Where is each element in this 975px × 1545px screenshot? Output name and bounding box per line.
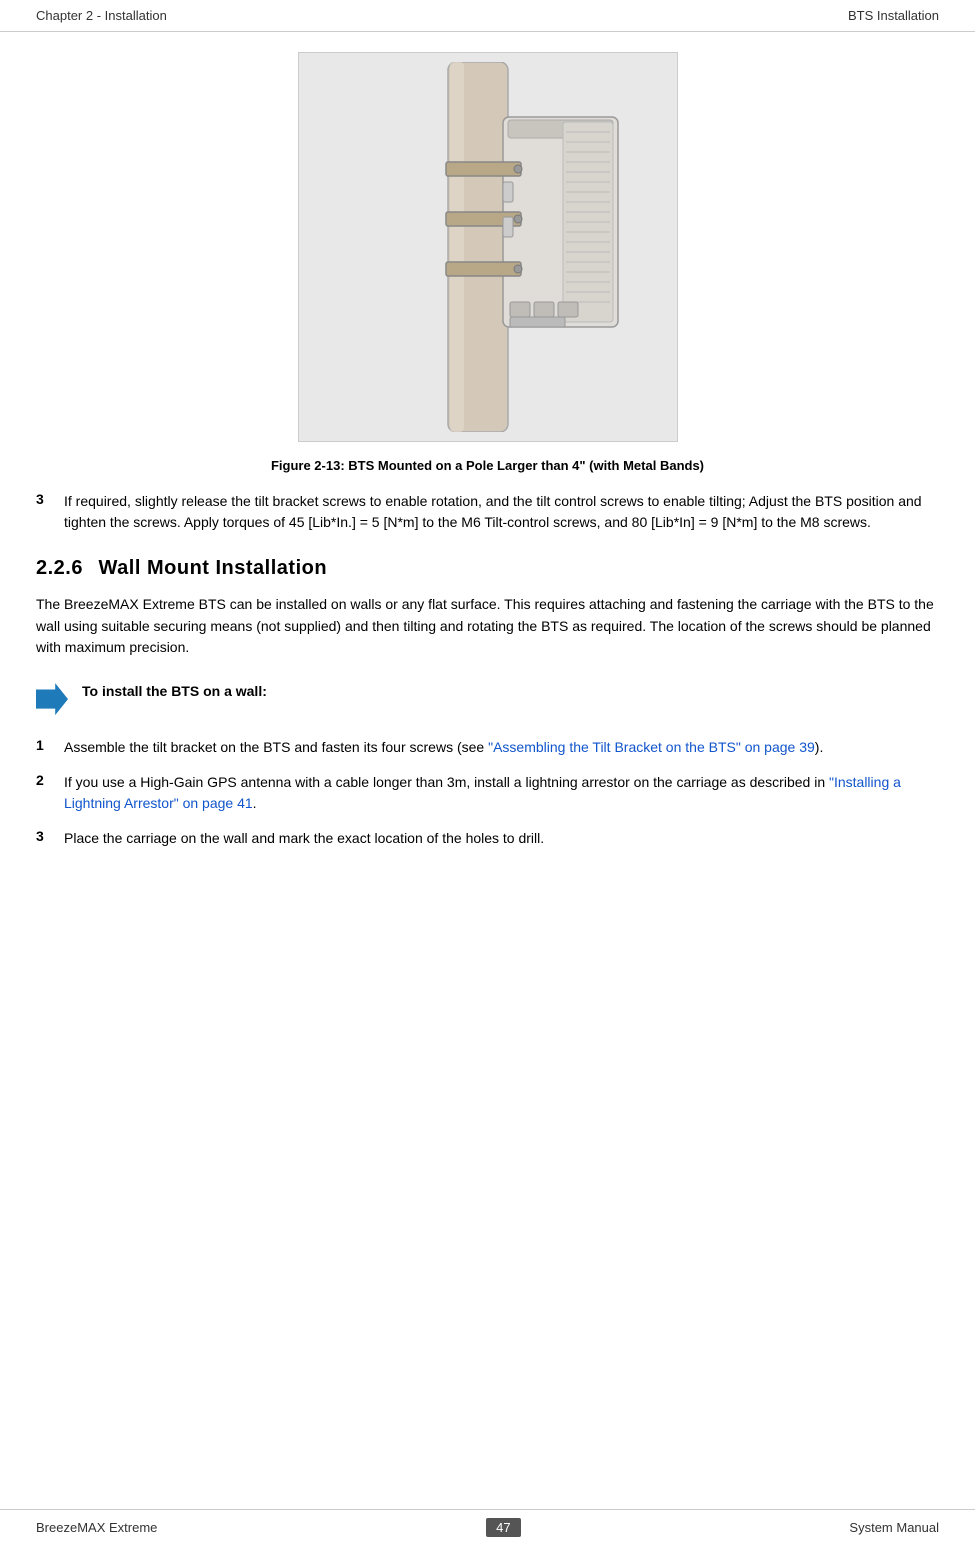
page-header: Chapter 2 - Installation BTS Installatio… xyxy=(0,0,975,32)
step-item: 3 If required, slightly release the tilt… xyxy=(36,491,939,533)
wall-step-text-1: Assemble the tilt bracket on the BTS and… xyxy=(64,737,823,758)
step1-text-before: Assemble the tilt bracket on the BTS and… xyxy=(64,739,488,755)
wall-step-1: 1 Assemble the tilt bracket on the BTS a… xyxy=(36,737,939,758)
footer-right: System Manual xyxy=(849,1520,939,1535)
step2-text-before: If you use a High-Gain GPS antenna with … xyxy=(64,774,829,790)
intro-steps: 3 If required, slightly release the tilt… xyxy=(36,491,939,533)
tip-arrow-icon xyxy=(36,683,68,715)
figure-caption: Figure 2-13: BTS Mounted on a Pole Large… xyxy=(271,458,704,473)
tip-label: To install the BTS on a wall: xyxy=(82,681,267,702)
body-paragraph: The BreezeMAX Extreme BTS can be install… xyxy=(36,594,939,659)
figure-container: Figure 2-13: BTS Mounted on a Pole Large… xyxy=(36,52,939,473)
wall-step-number-3: 3 xyxy=(36,828,52,849)
main-content: Figure 2-13: BTS Mounted on a Pole Large… xyxy=(0,32,975,923)
figure-image xyxy=(298,52,678,442)
header-left: Chapter 2 - Installation xyxy=(36,8,167,23)
tip-box: To install the BTS on a wall: xyxy=(36,677,939,719)
wall-step-2: 2 If you use a High-Gain GPS antenna wit… xyxy=(36,772,939,814)
section-number: 2.2.6 xyxy=(36,557,83,579)
step-text: If required, slightly release the tilt b… xyxy=(64,491,939,533)
header-right: BTS Installation xyxy=(848,8,939,23)
section-heading: 2.2.6 Wall Mount Installation xyxy=(36,557,939,580)
wall-step-number-2: 2 xyxy=(36,772,52,814)
section-title: Wall Mount Installation xyxy=(99,557,328,579)
step1-text-after: ). xyxy=(815,739,824,755)
step2-text-after: . xyxy=(253,795,257,811)
step1-link[interactable]: "Assembling the Tilt Bracket on the BTS"… xyxy=(488,739,815,755)
wall-step-number-1: 1 xyxy=(36,737,52,758)
wall-step-3: 3 Place the carriage on the wall and mar… xyxy=(36,828,939,849)
footer-page-number: 47 xyxy=(486,1518,520,1537)
step-number: 3 xyxy=(36,491,52,533)
bts-illustration xyxy=(318,62,658,432)
wall-step-text-2: If you use a High-Gain GPS antenna with … xyxy=(64,772,939,814)
footer-left: BreezeMAX Extreme xyxy=(36,1520,157,1535)
wall-steps: 1 Assemble the tilt bracket on the BTS a… xyxy=(36,737,939,849)
wall-step-text-3: Place the carriage on the wall and mark … xyxy=(64,828,544,849)
page-footer: BreezeMAX Extreme 47 System Manual xyxy=(0,1509,975,1545)
